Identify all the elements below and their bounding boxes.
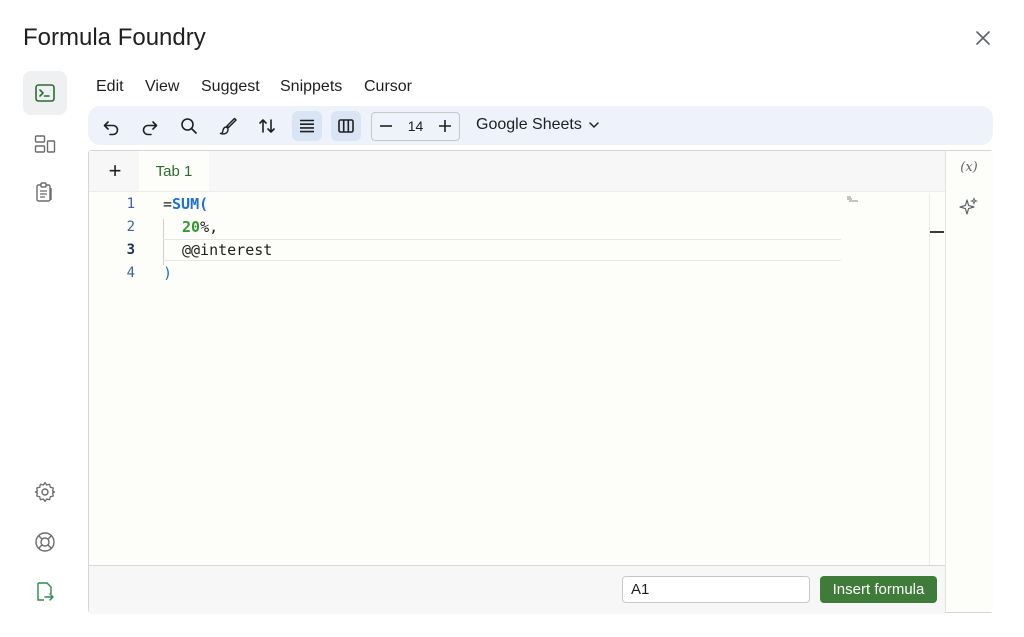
scroll-position-marker [930, 231, 944, 233]
gear-icon [34, 481, 56, 503]
nav-settings[interactable] [23, 470, 67, 514]
editor-panel: + Tab 1 1 2 3 4 =SUM( 20%, @@interest ) … [88, 150, 993, 614]
swap-vertical-icon [259, 119, 275, 133]
menu-suggest[interactable]: Suggest [201, 78, 260, 96]
plus-icon [439, 120, 451, 132]
menu-edit[interactable]: Edit [96, 78, 124, 96]
line-number: 2 [126, 219, 135, 235]
target-app-select[interactable]: Google Sheets [476, 116, 601, 134]
sheet-export-icon [37, 582, 54, 601]
app-title: Formula Foundry [23, 24, 206, 51]
undo-button[interactable] [96, 111, 126, 141]
right-rail: (x) [945, 151, 993, 612]
chevron-down-icon [589, 122, 599, 128]
nav-formula-editor[interactable] [23, 71, 67, 115]
lifebuoy-icon [35, 532, 55, 552]
sparkle-icon [959, 197, 978, 215]
number-token: 20 [182, 218, 201, 236]
menu-view[interactable]: View [145, 78, 179, 96]
columns-icon [338, 119, 354, 133]
toolbar: 14 Google Sheets [88, 106, 993, 145]
line-number: 4 [126, 265, 135, 281]
tab-1[interactable]: Tab 1 [139, 151, 209, 191]
search-icon [181, 118, 197, 134]
font-size-value[interactable]: 14 [400, 118, 431, 134]
terminal-icon [35, 84, 55, 102]
align-justify-icon [300, 119, 314, 133]
nav-clipboard[interactable] [23, 170, 67, 214]
tab-bar: + Tab 1 [89, 151, 945, 192]
undo-icon [103, 121, 119, 136]
code-line-3: @@interest [182, 241, 273, 259]
variables-button[interactable]: (x) [954, 160, 984, 175]
editor-footer: Insert formula [89, 565, 945, 614]
function-token: SUM( [172, 195, 209, 213]
wrap-lines-toggle[interactable] [292, 111, 322, 141]
close-button[interactable] [970, 25, 996, 51]
percent-token: %, [200, 218, 219, 236]
line-number: 1 [126, 196, 135, 212]
nav-export[interactable] [23, 570, 67, 614]
target-app-label: Google Sheets [476, 116, 582, 133]
format-brush-button[interactable] [213, 111, 243, 141]
clipboard-icon [36, 182, 52, 202]
code-line-2: 20%, [182, 218, 218, 236]
insert-formula-button[interactable]: Insert formula [820, 576, 937, 603]
search-button[interactable] [174, 111, 204, 141]
close-icon [976, 31, 990, 45]
menu-snippets[interactable]: Snippets [280, 78, 342, 96]
nav-help[interactable] [23, 520, 67, 564]
nav-layout[interactable] [23, 122, 67, 166]
line-number-active: 3 [126, 242, 135, 258]
columns-toggle[interactable] [331, 111, 361, 141]
minimap-preview[interactable] [845, 195, 861, 203]
sort-button[interactable] [252, 111, 282, 141]
code-line-4: ) [163, 264, 173, 282]
increase-font-button[interactable] [433, 114, 457, 138]
font-size-stepper[interactable]: 14 [371, 112, 460, 141]
target-cell-input[interactable] [622, 576, 810, 603]
code-line-1: =SUM( [163, 195, 208, 213]
vertical-scrollbar[interactable] [929, 193, 946, 565]
redo-button[interactable] [135, 111, 165, 141]
add-tab-button[interactable]: + [103, 158, 127, 184]
decrease-font-button[interactable] [374, 114, 398, 138]
menu-cursor[interactable]: Cursor [364, 78, 412, 96]
redo-icon [142, 121, 158, 136]
layout-icon [34, 135, 56, 153]
minus-icon [380, 125, 392, 127]
equals-sign: = [163, 195, 173, 213]
ai-suggest-button[interactable] [958, 196, 980, 218]
code-editor[interactable]: 1 2 3 4 =SUM( 20%, @@interest ) [89, 191, 945, 565]
brush-icon [219, 117, 237, 135]
